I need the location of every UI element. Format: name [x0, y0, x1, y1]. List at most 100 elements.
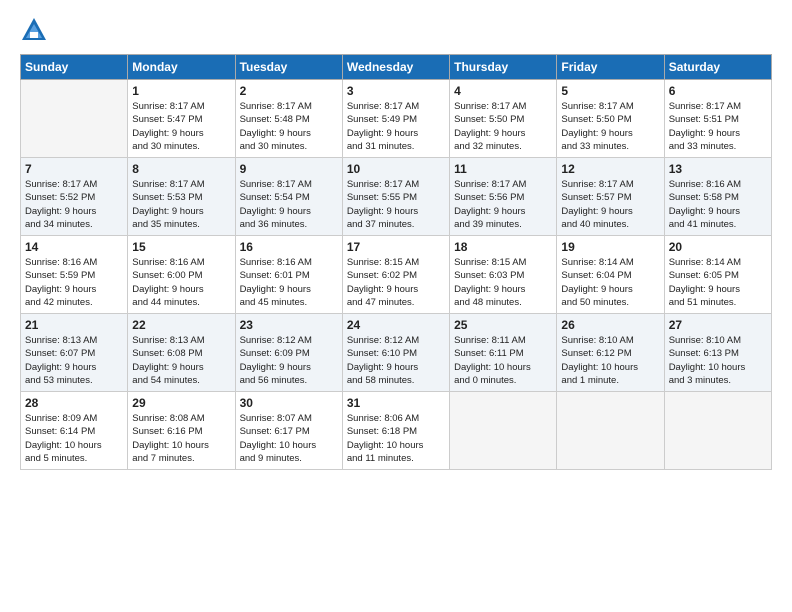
- weekday-header: Tuesday: [235, 55, 342, 80]
- weekday-header: Monday: [128, 55, 235, 80]
- calendar-cell: 5 Sunrise: 8:17 AMSunset: 5:50 PMDaylight…: [557, 80, 664, 158]
- day-info: Sunrise: 8:12 AMSunset: 6:10 PMDaylight:…: [347, 334, 445, 387]
- logo: [20, 16, 52, 44]
- calendar-cell: 29 Sunrise: 8:08 AMSunset: 6:16 PMDayligh…: [128, 392, 235, 470]
- calendar-week-row: 28 Sunrise: 8:09 AMSunset: 6:14 PMDayligh…: [21, 392, 772, 470]
- day-info: Sunrise: 8:17 AMSunset: 5:49 PMDaylight:…: [347, 100, 445, 153]
- weekday-header: Friday: [557, 55, 664, 80]
- day-info: Sunrise: 8:14 AMSunset: 6:05 PMDaylight:…: [669, 256, 767, 309]
- page-header: [20, 16, 772, 44]
- day-number: 11: [454, 162, 552, 176]
- day-number: 9: [240, 162, 338, 176]
- day-number: 4: [454, 84, 552, 98]
- day-number: 18: [454, 240, 552, 254]
- calendar-cell: 14 Sunrise: 8:16 AMSunset: 5:59 PMDayligh…: [21, 236, 128, 314]
- weekday-header: Thursday: [450, 55, 557, 80]
- day-info: Sunrise: 8:11 AMSunset: 6:11 PMDaylight:…: [454, 334, 552, 387]
- day-number: 30: [240, 396, 338, 410]
- calendar-cell: 4 Sunrise: 8:17 AMSunset: 5:50 PMDaylight…: [450, 80, 557, 158]
- day-info: Sunrise: 8:06 AMSunset: 6:18 PMDaylight:…: [347, 412, 445, 465]
- day-number: 23: [240, 318, 338, 332]
- calendar-week-row: 14 Sunrise: 8:16 AMSunset: 5:59 PMDayligh…: [21, 236, 772, 314]
- calendar-cell: 13Sunrise: 8:16 AMSunset: 5:58 PMDayligh…: [664, 158, 771, 236]
- day-info: Sunrise: 8:10 AMSunset: 6:13 PMDaylight:…: [669, 334, 767, 387]
- day-info: Sunrise: 8:13 AMSunset: 6:07 PMDaylight:…: [25, 334, 123, 387]
- day-info: Sunrise: 8:16 AMSunset: 6:00 PMDaylight:…: [132, 256, 230, 309]
- calendar-page: SundayMondayTuesdayWednesdayThursdayFrid…: [0, 0, 792, 612]
- day-number: 25: [454, 318, 552, 332]
- calendar-cell: 21 Sunrise: 8:13 AMSunset: 6:07 PMDayligh…: [21, 314, 128, 392]
- calendar-cell: 10Sunrise: 8:17 AMSunset: 5:55 PMDayligh…: [342, 158, 449, 236]
- day-info: Sunrise: 8:07 AMSunset: 6:17 PMDaylight:…: [240, 412, 338, 465]
- calendar-cell: 6 Sunrise: 8:17 AMSunset: 5:51 PMDaylight…: [664, 80, 771, 158]
- calendar-cell: 27 Sunrise: 8:10 AMSunset: 6:13 PMDayligh…: [664, 314, 771, 392]
- calendar-table: SundayMondayTuesdayWednesdayThursdayFrid…: [20, 54, 772, 470]
- calendar-cell: 2Sunrise: 8:17 AMSunset: 5:48 PMDaylight…: [235, 80, 342, 158]
- calendar-week-row: 21 Sunrise: 8:13 AMSunset: 6:07 PMDayligh…: [21, 314, 772, 392]
- day-info: Sunrise: 8:17 AMSunset: 5:55 PMDaylight:…: [347, 178, 445, 231]
- calendar-cell: 30 Sunrise: 8:07 AMSunset: 6:17 PMDayligh…: [235, 392, 342, 470]
- day-number: 21: [25, 318, 123, 332]
- calendar-cell: 3 Sunrise: 8:17 AMSunset: 5:49 PMDaylight…: [342, 80, 449, 158]
- day-info: Sunrise: 8:16 AMSunset: 5:58 PMDaylight:…: [669, 178, 767, 231]
- day-info: Sunrise: 8:17 AMSunset: 5:47 PMDaylight:…: [132, 100, 230, 153]
- calendar-cell: 9 Sunrise: 8:17 AMSunset: 5:54 PMDaylight…: [235, 158, 342, 236]
- calendar-cell: 22 Sunrise: 8:13 AMSunset: 6:08 PMDayligh…: [128, 314, 235, 392]
- day-info: Sunrise: 8:17 AMSunset: 5:53 PMDaylight:…: [132, 178, 230, 231]
- day-number: 28: [25, 396, 123, 410]
- day-number: 29: [132, 396, 230, 410]
- day-info: Sunrise: 8:17 AMSunset: 5:50 PMDaylight:…: [454, 100, 552, 153]
- day-info: Sunrise: 8:17 AMSunset: 5:48 PMDaylight:…: [240, 100, 338, 153]
- calendar-cell: 23 Sunrise: 8:12 AMSunset: 6:09 PMDayligh…: [235, 314, 342, 392]
- calendar-week-row: 7Sunrise: 8:17 AMSunset: 5:52 PMDaylight…: [21, 158, 772, 236]
- day-info: Sunrise: 8:13 AMSunset: 6:08 PMDaylight:…: [132, 334, 230, 387]
- calendar-cell: 19 Sunrise: 8:14 AMSunset: 6:04 PMDayligh…: [557, 236, 664, 314]
- day-info: Sunrise: 8:17 AMSunset: 5:57 PMDaylight:…: [561, 178, 659, 231]
- weekday-header-row: SundayMondayTuesdayWednesdayThursdayFrid…: [21, 55, 772, 80]
- day-number: 5: [561, 84, 659, 98]
- day-info: Sunrise: 8:17 AMSunset: 5:50 PMDaylight:…: [561, 100, 659, 153]
- calendar-cell: [450, 392, 557, 470]
- weekday-header: Sunday: [21, 55, 128, 80]
- day-info: Sunrise: 8:17 AMSunset: 5:56 PMDaylight:…: [454, 178, 552, 231]
- calendar-cell: 15 Sunrise: 8:16 AMSunset: 6:00 PMDayligh…: [128, 236, 235, 314]
- calendar-cell: 28 Sunrise: 8:09 AMSunset: 6:14 PMDayligh…: [21, 392, 128, 470]
- day-number: 14: [25, 240, 123, 254]
- day-info: Sunrise: 8:17 AMSunset: 5:51 PMDaylight:…: [669, 100, 767, 153]
- calendar-cell: 7Sunrise: 8:17 AMSunset: 5:52 PMDaylight…: [21, 158, 128, 236]
- day-number: 27: [669, 318, 767, 332]
- day-number: 15: [132, 240, 230, 254]
- calendar-cell: 18 Sunrise: 8:15 AMSunset: 6:03 PMDayligh…: [450, 236, 557, 314]
- day-number: 22: [132, 318, 230, 332]
- calendar-week-row: 1Sunrise: 8:17 AMSunset: 5:47 PMDaylight…: [21, 80, 772, 158]
- day-number: 19: [561, 240, 659, 254]
- calendar-cell: 11 Sunrise: 8:17 AMSunset: 5:56 PMDayligh…: [450, 158, 557, 236]
- day-info: Sunrise: 8:15 AMSunset: 6:03 PMDaylight:…: [454, 256, 552, 309]
- weekday-header: Saturday: [664, 55, 771, 80]
- day-number: 16: [240, 240, 338, 254]
- calendar-cell: 20 Sunrise: 8:14 AMSunset: 6:05 PMDayligh…: [664, 236, 771, 314]
- calendar-cell: [21, 80, 128, 158]
- day-info: Sunrise: 8:15 AMSunset: 6:02 PMDaylight:…: [347, 256, 445, 309]
- day-number: 3: [347, 84, 445, 98]
- calendar-cell: 8Sunrise: 8:17 AMSunset: 5:53 PMDaylight…: [128, 158, 235, 236]
- day-number: 20: [669, 240, 767, 254]
- day-info: Sunrise: 8:17 AMSunset: 5:54 PMDaylight:…: [240, 178, 338, 231]
- calendar-cell: 24Sunrise: 8:12 AMSunset: 6:10 PMDayligh…: [342, 314, 449, 392]
- logo-icon: [20, 16, 48, 44]
- calendar-cell: 17Sunrise: 8:15 AMSunset: 6:02 PMDayligh…: [342, 236, 449, 314]
- day-number: 7: [25, 162, 123, 176]
- calendar-cell: [664, 392, 771, 470]
- day-number: 12: [561, 162, 659, 176]
- calendar-cell: 25 Sunrise: 8:11 AMSunset: 6:11 PMDayligh…: [450, 314, 557, 392]
- weekday-header: Wednesday: [342, 55, 449, 80]
- day-info: Sunrise: 8:16 AMSunset: 5:59 PMDaylight:…: [25, 256, 123, 309]
- day-number: 6: [669, 84, 767, 98]
- day-info: Sunrise: 8:08 AMSunset: 6:16 PMDaylight:…: [132, 412, 230, 465]
- day-info: Sunrise: 8:10 AMSunset: 6:12 PMDaylight:…: [561, 334, 659, 387]
- calendar-cell: [557, 392, 664, 470]
- day-info: Sunrise: 8:14 AMSunset: 6:04 PMDaylight:…: [561, 256, 659, 309]
- calendar-cell: 31Sunrise: 8:06 AMSunset: 6:18 PMDayligh…: [342, 392, 449, 470]
- day-info: Sunrise: 8:12 AMSunset: 6:09 PMDaylight:…: [240, 334, 338, 387]
- day-info: Sunrise: 8:09 AMSunset: 6:14 PMDaylight:…: [25, 412, 123, 465]
